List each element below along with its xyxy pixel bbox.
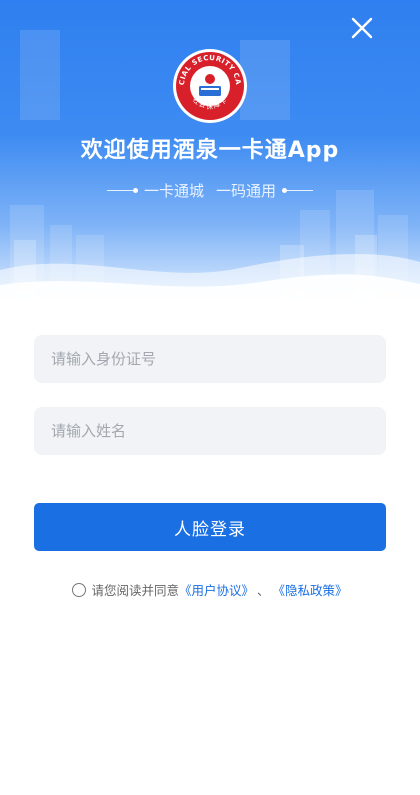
hero-banner: SOCIAL SECURITY CARD 社会保障卡 欢迎使用酒泉一卡通App … (0, 0, 420, 300)
name-input[interactable] (34, 407, 386, 455)
close-button[interactable] (344, 10, 380, 46)
close-icon (351, 17, 373, 39)
slogan-left: 一卡通城 (143, 182, 204, 200)
agreement-prefix: 请您阅读并同意 (91, 583, 179, 598)
id-number-input[interactable] (34, 335, 386, 383)
slogan: 一卡通城 一码通用 (0, 180, 420, 201)
privacy-policy-link[interactable]: 《隐私政策》 (273, 580, 348, 599)
slogan-right: 一码通用 (216, 182, 277, 200)
user-agreement-link[interactable]: 《用户协议》 (179, 580, 254, 599)
agree-radio[interactable] (72, 582, 87, 597)
page-title: 欢迎使用酒泉一卡通App (80, 138, 340, 163)
social-security-card-logo: SOCIAL SECURITY CARD 社会保障卡 (172, 48, 247, 123)
face-login-button[interactable]: 人脸登录 (34, 503, 386, 551)
agreement-row: 请您阅读并同意 《用户协议》 、 《隐私政策》 (0, 580, 420, 599)
agreement-separator: 、 (257, 583, 270, 598)
